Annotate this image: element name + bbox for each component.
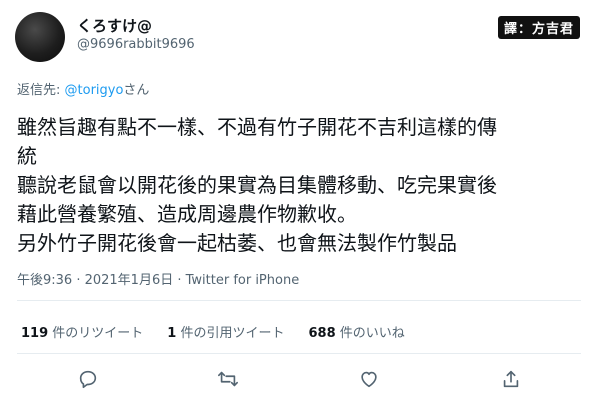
avatar[interactable]: [15, 12, 65, 62]
replying-suffix: さん: [123, 83, 150, 98]
tweet-line: 藉此營養繁殖、造成周邊農作物歉收。: [17, 202, 357, 226]
retweet-icon[interactable]: [217, 368, 239, 390]
tweet-line: 統: [17, 144, 37, 168]
user-handle[interactable]: @9696rabbit9696: [77, 37, 195, 52]
heart-icon[interactable]: [358, 368, 380, 390]
tweet-timestamp[interactable]: 午後9:36 · 2021年1月6日 · Twitter for iPhone: [17, 269, 299, 288]
like-label: 件のいいね: [339, 326, 405, 341]
tweet-text: 雖然旨趣有點不一樣、不過有竹子開花不吉利這樣的傳 統 聽說老鼠會以開花後的果實為…: [17, 113, 587, 258]
retweet-count: 119: [21, 326, 49, 341]
quote-count-link[interactable]: 1 件の引用ツイート: [167, 322, 284, 341]
tweet-stats: 119 件のリツイート 1 件の引用ツイート 688 件のいいね: [21, 322, 429, 341]
translator-watermark: 譯：方吉君: [497, 16, 580, 39]
reply-icon[interactable]: [77, 368, 99, 390]
share-icon[interactable]: [500, 368, 522, 390]
quote-label: 件の引用ツイート: [180, 326, 285, 341]
action-bar: [0, 368, 598, 392]
retweet-label: 件のリツイート: [52, 326, 144, 341]
quote-count: 1: [167, 326, 177, 341]
divider: [17, 353, 581, 354]
replying-prefix: 返信先:: [17, 83, 65, 98]
tweet-line: 聽說老鼠會以開花後的果實為目集體移動、吃完果實後: [17, 173, 497, 197]
retweet-count-link[interactable]: 119 件のリツイート: [21, 322, 143, 341]
display-name[interactable]: くろすけ@: [77, 15, 152, 36]
tweet-line: 另外竹子開花後會一起枯萎、也會無法製作竹製品: [17, 231, 457, 255]
tweet-line: 雖然旨趣有點不一樣、不過有竹子開花不吉利這樣的傳: [17, 115, 497, 139]
like-count: 688: [308, 326, 336, 341]
like-count-link[interactable]: 688 件のいいね: [309, 322, 405, 341]
reply-mention-link[interactable]: @torigyo: [65, 83, 124, 98]
divider: [17, 300, 581, 301]
replying-to: 返信先: @torigyoさん: [17, 79, 149, 98]
